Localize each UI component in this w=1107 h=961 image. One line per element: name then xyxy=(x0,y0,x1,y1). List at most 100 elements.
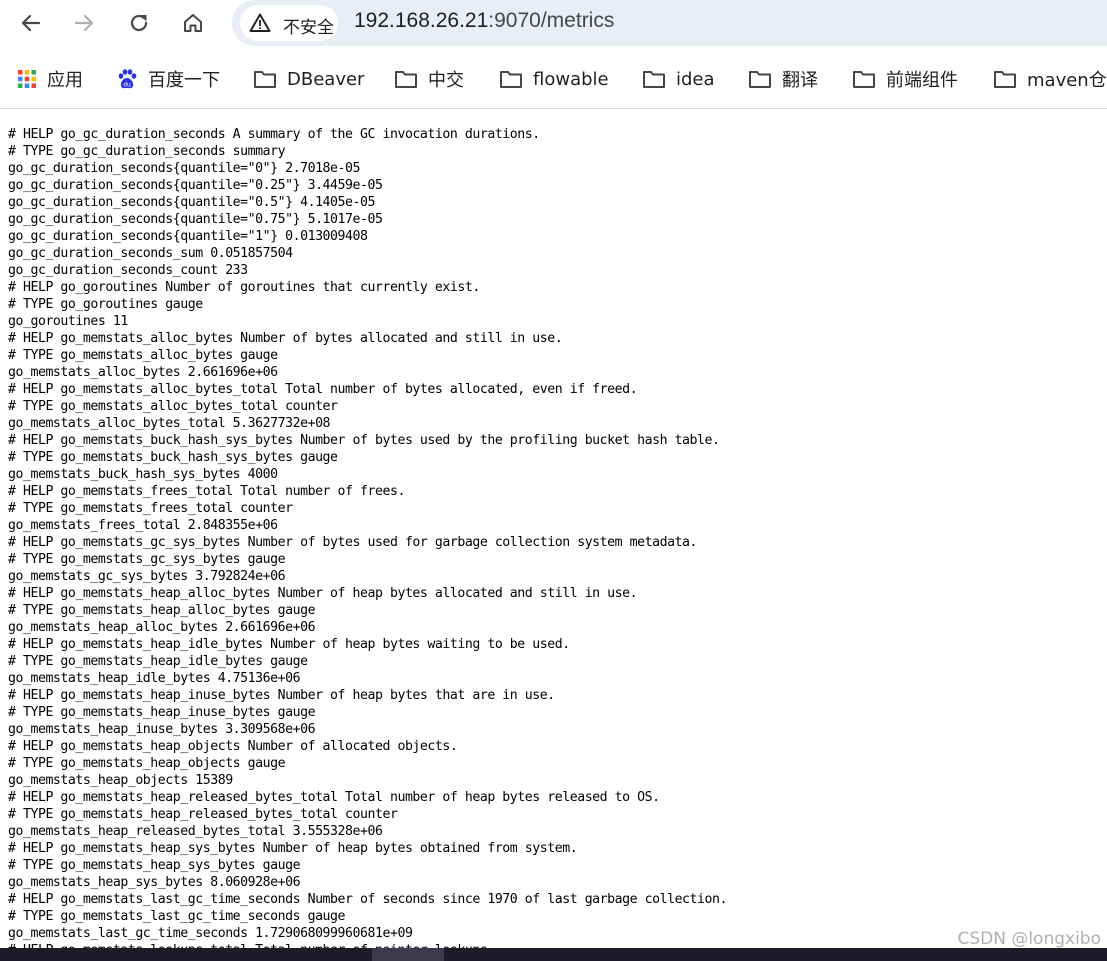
bookmark-folder-frontend[interactable]: 前端组件 xyxy=(852,58,958,100)
metrics-line: # TYPE go_memstats_alloc_bytes_total cou… xyxy=(8,399,338,414)
metrics-line: # HELP go_memstats_heap_released_bytes_t… xyxy=(8,790,660,805)
metrics-line: # TYPE go_gc_duration_seconds summary xyxy=(8,144,286,159)
metrics-line: # HELP go_memstats_heap_sys_bytes Number… xyxy=(8,841,578,856)
watermark: CSDN @longxibo xyxy=(957,929,1101,949)
folder-icon xyxy=(500,71,522,88)
bookmark-folder-zhongjiao[interactable]: 中交 xyxy=(394,58,464,100)
metrics-line: # TYPE go_memstats_heap_released_bytes_t… xyxy=(8,807,398,822)
taskbar-app-button[interactable] xyxy=(372,948,444,961)
metrics-line: # HELP go_goroutines Number of goroutine… xyxy=(8,280,480,295)
bookmark-folder-flowable[interactable]: flowable xyxy=(499,58,609,100)
bookmark-folder-translate[interactable]: 翻译 xyxy=(748,58,818,100)
metrics-line: # HELP go_memstats_gc_sys_bytes Number o… xyxy=(8,535,698,550)
bookmark-label: 百度一下 xyxy=(148,70,220,91)
metrics-line: go_memstats_frees_total 2.848355e+06 xyxy=(8,518,278,533)
bookmark-apps[interactable]: 应用 xyxy=(17,58,83,100)
bookmark-label: DBeaver xyxy=(287,68,365,90)
metrics-line: go_gc_duration_seconds{quantile="0.5"} 4… xyxy=(8,195,375,210)
metrics-line: go_memstats_heap_sys_bytes 8.060928e+06 xyxy=(8,875,301,890)
home-icon xyxy=(184,14,202,32)
metrics-line: # HELP go_memstats_frees_total Total num… xyxy=(8,484,405,499)
metrics-line: # TYPE go_memstats_alloc_bytes gauge xyxy=(8,348,278,363)
bookmark-label: idea xyxy=(676,68,715,90)
metrics-line: go_memstats_heap_inuse_bytes 3.309568e+0… xyxy=(8,722,316,737)
metrics-line: go_goroutines 11 xyxy=(8,314,128,329)
forward-button[interactable] xyxy=(67,6,101,40)
url-text[interactable]: 192.168.26.21:9070/metrics xyxy=(354,9,614,33)
metrics-line: go_memstats_heap_released_bytes_total 3.… xyxy=(8,824,383,839)
metrics-line: go_gc_duration_seconds_sum 0.051857504 xyxy=(8,246,293,261)
metrics-line: go_memstats_buck_hash_sys_bytes 4000 xyxy=(8,467,278,482)
site-info-chip[interactable]: 不安全 xyxy=(240,5,338,41)
metrics-line: # HELP go_memstats_alloc_bytes Number of… xyxy=(8,331,563,346)
svg-text:du: du xyxy=(123,82,131,89)
metrics-line: # TYPE go_memstats_heap_idle_bytes gauge xyxy=(8,654,308,669)
home-button[interactable] xyxy=(176,6,210,40)
metrics-line: go_gc_duration_seconds{quantile="0.75"} … xyxy=(8,212,383,227)
folder-icon xyxy=(994,71,1016,88)
reload-button[interactable] xyxy=(122,6,156,40)
folder-icon xyxy=(853,71,875,88)
baidu-paw-icon: du xyxy=(118,69,137,89)
metrics-line: # HELP go_memstats_heap_idle_bytes Numbe… xyxy=(8,637,570,652)
metrics-line: # TYPE go_memstats_gc_sys_bytes gauge xyxy=(8,552,286,567)
metrics-line: # HELP go_memstats_heap_objects Number o… xyxy=(8,739,458,754)
metrics-line: go_gc_duration_seconds{quantile="1"} 0.0… xyxy=(8,229,368,244)
metrics-line: # HELP go_memstats_buck_hash_sys_bytes N… xyxy=(8,433,720,448)
metrics-line: # TYPE go_memstats_heap_objects gauge xyxy=(8,756,286,771)
bookmark-label: 应用 xyxy=(47,70,83,91)
reload-icon xyxy=(130,14,148,32)
navigation-bar: 不安全 192.168.26.21:9070/metrics xyxy=(0,0,1107,50)
forward-icon xyxy=(74,14,94,32)
back-icon xyxy=(21,14,41,32)
metrics-line: go_memstats_heap_alloc_bytes 2.661696e+0… xyxy=(8,620,316,635)
back-button[interactable] xyxy=(14,6,48,40)
folder-icon xyxy=(643,71,665,88)
folder-icon xyxy=(254,71,276,88)
metrics-line: go_memstats_alloc_bytes 2.661696e+06 xyxy=(8,365,278,380)
address-bar[interactable]: 不安全 192.168.26.21:9070/metrics xyxy=(232,0,1107,46)
browser-window: 不安全 192.168.26.21:9070/metrics 应用 du 百度一… xyxy=(0,0,1107,961)
bookmark-label: maven仓 xyxy=(1027,70,1107,91)
bookmarks-bar: 应用 du 百度一下 DBeaver 中交 flowable idea 翻译 前… xyxy=(0,58,1107,100)
url-path: :9070/metrics xyxy=(488,9,615,32)
metrics-line: # TYPE go_goroutines gauge xyxy=(8,297,203,312)
metrics-line: go_gc_duration_seconds{quantile="0"} 2.7… xyxy=(8,161,361,176)
metrics-line: # HELP go_memstats_alloc_bytes_total Tot… xyxy=(8,382,638,397)
metrics-line: go_memstats_gc_sys_bytes 3.792824e+06 xyxy=(8,569,286,584)
metrics-line: # HELP go_memstats_heap_alloc_bytes Numb… xyxy=(8,586,638,601)
taskbar xyxy=(0,948,1107,961)
folder-icon xyxy=(395,71,417,88)
toolbar-divider xyxy=(0,108,1107,109)
metrics-line: # TYPE go_memstats_heap_sys_bytes gauge xyxy=(8,858,301,873)
metrics-line: # TYPE go_memstats_heap_alloc_bytes gaug… xyxy=(8,603,316,618)
apps-grid-icon xyxy=(18,70,36,88)
metrics-line: # HELP go_memstats_last_gc_time_seconds … xyxy=(8,892,727,907)
metrics-line: go_memstats_heap_idle_bytes 4.75136e+06 xyxy=(8,671,301,686)
metrics-text: # HELP go_gc_duration_seconds A summary … xyxy=(8,126,1107,948)
metrics-line: # HELP go_gc_duration_seconds A summary … xyxy=(8,127,540,142)
warning-icon xyxy=(249,13,271,32)
metrics-line: # TYPE go_memstats_heap_inuse_bytes gaug… xyxy=(8,705,316,720)
bookmark-baidu[interactable]: du 百度一下 xyxy=(116,58,220,100)
page-content: # HELP go_gc_duration_seconds A summary … xyxy=(8,126,1107,948)
bookmark-folder-idea[interactable]: idea xyxy=(642,58,715,100)
bookmark-label: 翻译 xyxy=(782,70,818,91)
metrics-line: # TYPE go_memstats_frees_total counter xyxy=(8,501,293,516)
url-host: 192.168.26.21 xyxy=(354,9,489,32)
metrics-line: # TYPE go_memstats_last_gc_time_seconds … xyxy=(8,909,346,924)
metrics-line: go_memstats_heap_objects 15389 xyxy=(8,773,233,788)
bookmark-label: flowable xyxy=(533,68,609,90)
bookmark-label: 前端组件 xyxy=(886,70,958,91)
bookmark-folder-dbeaver[interactable]: DBeaver xyxy=(253,58,364,100)
bookmark-label: 中交 xyxy=(428,70,464,91)
security-label: 不安全 xyxy=(283,18,334,38)
metrics-line: go_memstats_alloc_bytes_total 5.3627732e… xyxy=(8,416,331,431)
metrics-line: # TYPE go_memstats_buck_hash_sys_bytes g… xyxy=(8,450,338,465)
bookmark-folder-maven[interactable]: maven仓 xyxy=(993,58,1107,100)
metrics-line: go_gc_duration_seconds_count 233 xyxy=(8,263,248,278)
metrics-line: go_gc_duration_seconds{quantile="0.25"} … xyxy=(8,178,383,193)
metrics-line: go_memstats_last_gc_time_seconds 1.72906… xyxy=(8,926,413,941)
metrics-line: # HELP go_memstats_heap_inuse_bytes Numb… xyxy=(8,688,555,703)
folder-icon xyxy=(749,71,771,88)
